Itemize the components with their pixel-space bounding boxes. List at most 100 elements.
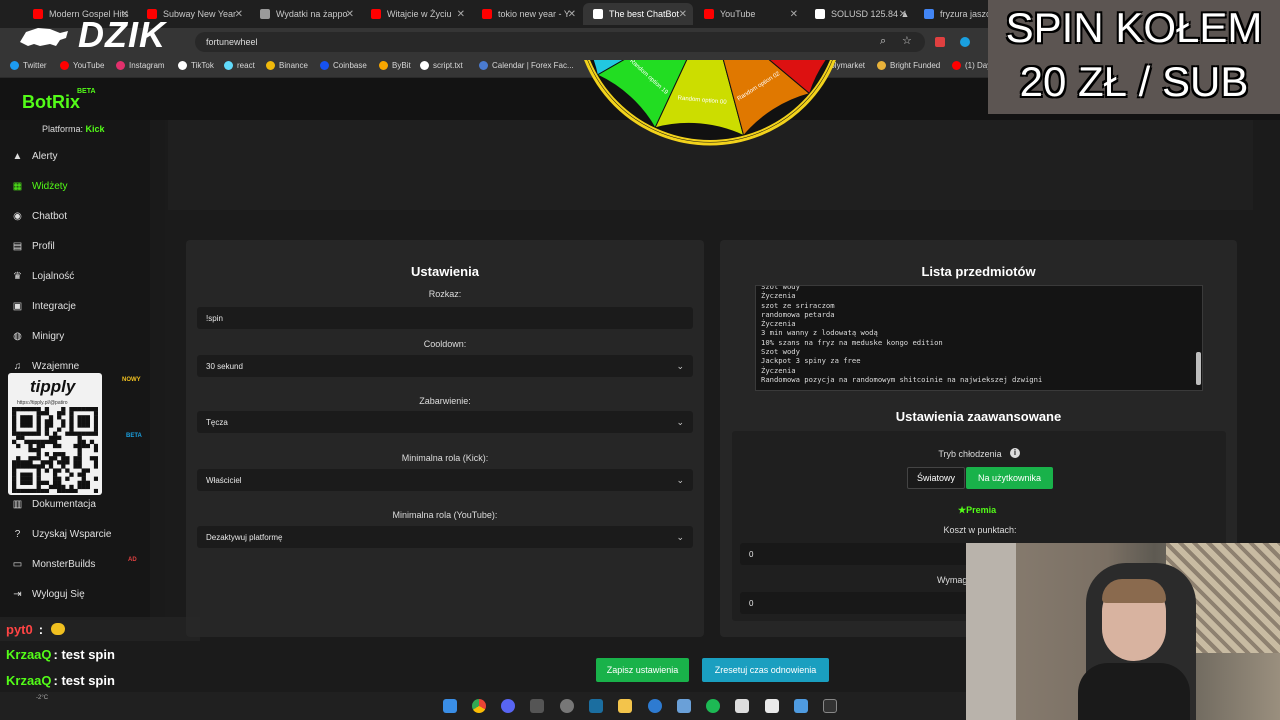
tab-label: tokio new year - Y bbox=[498, 9, 570, 19]
bookmark-label: react bbox=[237, 61, 255, 70]
qr-module bbox=[85, 407, 91, 412]
save-settings-button[interactable]: Zapisz ustawienia bbox=[596, 658, 689, 682]
command-input[interactable]: !spin bbox=[197, 307, 693, 329]
qr-module bbox=[28, 407, 33, 412]
sidebar-item-label: Lojalność bbox=[32, 270, 75, 282]
bookmark-item[interactable]: Bright Funded bbox=[877, 61, 940, 70]
bookmark-label: Binance bbox=[279, 61, 308, 70]
browser-tab[interactable]: SOLUSD 125.84 ▲ ✕ bbox=[805, 3, 913, 25]
url-input[interactable]: fortunewheel bbox=[195, 32, 925, 52]
qr-module bbox=[85, 431, 91, 436]
app-icon[interactable] bbox=[530, 699, 544, 713]
bookmark-item[interactable]: script.txt bbox=[420, 61, 463, 70]
browser-tab[interactable]: The best ChatBot ✕ bbox=[583, 3, 693, 25]
qr-module bbox=[52, 484, 58, 490]
spotify-icon[interactable] bbox=[706, 699, 720, 713]
qr-module bbox=[32, 447, 37, 453]
close-tab-icon[interactable]: ✕ bbox=[235, 9, 243, 20]
terminal-icon[interactable] bbox=[823, 699, 837, 713]
qr-module bbox=[32, 464, 37, 469]
qr-module bbox=[16, 488, 21, 493]
min-role-yt-select[interactable]: Dezaktywuj platformę ⌄ bbox=[197, 526, 693, 548]
qr-module bbox=[77, 443, 82, 449]
sidebar-item-alerty[interactable]: ▲ Alerty bbox=[12, 147, 58, 165]
required-input[interactable]: 0 bbox=[740, 592, 970, 614]
qr-module bbox=[44, 419, 50, 424]
close-tab-icon[interactable]: ✕ bbox=[679, 9, 687, 20]
sidebar-item-minigry[interactable]: ◍ Minigry bbox=[12, 327, 64, 345]
browser-tab[interactable]: Witajcie w Życiu ✕ bbox=[361, 3, 471, 25]
sidebar-item-integracje[interactable]: ▣ Integracje bbox=[12, 297, 76, 315]
windows-start-icon[interactable] bbox=[443, 699, 457, 713]
bookmark-item[interactable]: Coinbase bbox=[320, 61, 367, 70]
color-select[interactable]: Tęcza ⌄ bbox=[197, 411, 693, 433]
sidebar-item-label: MonsterBuilds bbox=[32, 558, 96, 570]
platform-indicator: Platforma: Kick bbox=[42, 124, 105, 134]
search-icon[interactable]: ⌕ bbox=[880, 35, 886, 48]
items-scrollbar[interactable] bbox=[1196, 352, 1201, 385]
bookmark-item[interactable]: ByBit bbox=[379, 61, 411, 70]
qr-module bbox=[36, 447, 41, 453]
discord-icon[interactable] bbox=[501, 699, 515, 713]
bookmark-item[interactable]: react bbox=[224, 61, 255, 70]
app-icon[interactable] bbox=[735, 699, 749, 713]
qr-module bbox=[16, 460, 21, 465]
min-role-kick-select[interactable]: Właściciel ⌄ bbox=[197, 469, 693, 491]
sidebar-item-monsterbuilds[interactable]: ▭ MonsterBuilds bbox=[12, 555, 96, 573]
browser-tab[interactable]: tokio new year - Y ✕ bbox=[472, 3, 582, 25]
bookmark-item[interactable]: Instagram bbox=[116, 61, 165, 70]
app-icon[interactable] bbox=[560, 699, 574, 713]
bookmark-star-icon[interactable]: ☆ bbox=[902, 34, 912, 47]
folder-icon[interactable] bbox=[618, 699, 632, 713]
extension-icon[interactable] bbox=[960, 37, 970, 47]
qr-module bbox=[77, 460, 82, 465]
close-tab-icon[interactable]: ✕ bbox=[899, 9, 907, 20]
qr-module bbox=[57, 480, 62, 486]
spin-promo-line1: SPIN KOŁEM bbox=[1005, 4, 1263, 51]
steam-icon[interactable] bbox=[589, 699, 603, 713]
qr-module bbox=[28, 488, 33, 493]
photos-icon[interactable] bbox=[794, 699, 808, 713]
sidebar-item-label: Wzajemne bbox=[32, 360, 80, 372]
bookmark-item[interactable]: Calendar | Forex Fac... bbox=[479, 61, 574, 70]
qr-module bbox=[32, 439, 37, 445]
chrome-icon[interactable] bbox=[472, 699, 486, 713]
app-icon[interactable] bbox=[677, 699, 691, 713]
cooldown-select[interactable]: 30 sekund ⌄ bbox=[197, 355, 693, 377]
sidebar-item-chatbot[interactable]: ◉ Chatbot bbox=[12, 207, 67, 225]
sidebar-item-lojalność[interactable]: ♛ Lojalność bbox=[12, 267, 74, 285]
mode-user-button[interactable]: Na użytkownika bbox=[966, 467, 1053, 489]
bookmark-label: TikTok bbox=[191, 61, 214, 70]
browser-tab[interactable]: YouTube ✕ bbox=[694, 3, 804, 25]
bookmark-item[interactable]: Twitter bbox=[10, 61, 47, 70]
close-tab-icon[interactable]: ✕ bbox=[790, 9, 798, 20]
qr-module bbox=[52, 431, 58, 436]
close-tab-icon[interactable]: ✕ bbox=[568, 9, 576, 20]
bookmark-item[interactable]: (1) Day bbox=[952, 61, 991, 70]
app-icon[interactable] bbox=[648, 699, 662, 713]
min-role-yt-label: Minimalna rola (YouTube): bbox=[392, 510, 498, 520]
notepad-icon[interactable] bbox=[765, 699, 779, 713]
qr-module bbox=[52, 456, 58, 461]
qr-module bbox=[44, 488, 50, 493]
cost-input[interactable]: 0 bbox=[740, 543, 970, 565]
extension-icon[interactable] bbox=[935, 37, 945, 47]
bookmark-item[interactable]: TikTok bbox=[178, 61, 214, 70]
bookmark-item[interactable]: Binance bbox=[266, 61, 308, 70]
qr-module bbox=[48, 484, 54, 490]
bookmark-item[interactable]: YouTube bbox=[60, 61, 104, 70]
browser-tab[interactable]: fryzura jaszczur bbox=[914, 3, 988, 25]
close-tab-icon[interactable]: ✕ bbox=[346, 9, 354, 20]
items-textarea[interactable]: Szot wody Życzenia szot ze sriraczom random… bbox=[755, 285, 1203, 391]
browser-tab[interactable]: Wydatki na żappo ✕ bbox=[250, 3, 360, 25]
mode-global-button[interactable]: Światowy bbox=[907, 467, 965, 489]
info-icon[interactable]: i bbox=[1010, 448, 1020, 458]
reset-cooldown-button[interactable]: Zresetuj czas odnowienia bbox=[702, 658, 829, 682]
botrix-logo[interactable]: BotRix bbox=[22, 92, 80, 113]
sidebar-item-profil[interactable]: ▤ Profil bbox=[12, 237, 55, 255]
sidebar-item-dokumentacja[interactable]: ▥ Dokumentacja bbox=[12, 495, 96, 513]
sidebar-item-wyloguj-się[interactable]: ⇥ Wyloguj Się bbox=[12, 585, 84, 603]
sidebar-item-widżety[interactable]: ▦ Widżety bbox=[12, 177, 68, 195]
close-tab-icon[interactable]: ✕ bbox=[457, 9, 465, 20]
sidebar-item-uzyskaj-wsparcie[interactable]: ? Uzyskaj Wsparcie bbox=[12, 525, 112, 543]
